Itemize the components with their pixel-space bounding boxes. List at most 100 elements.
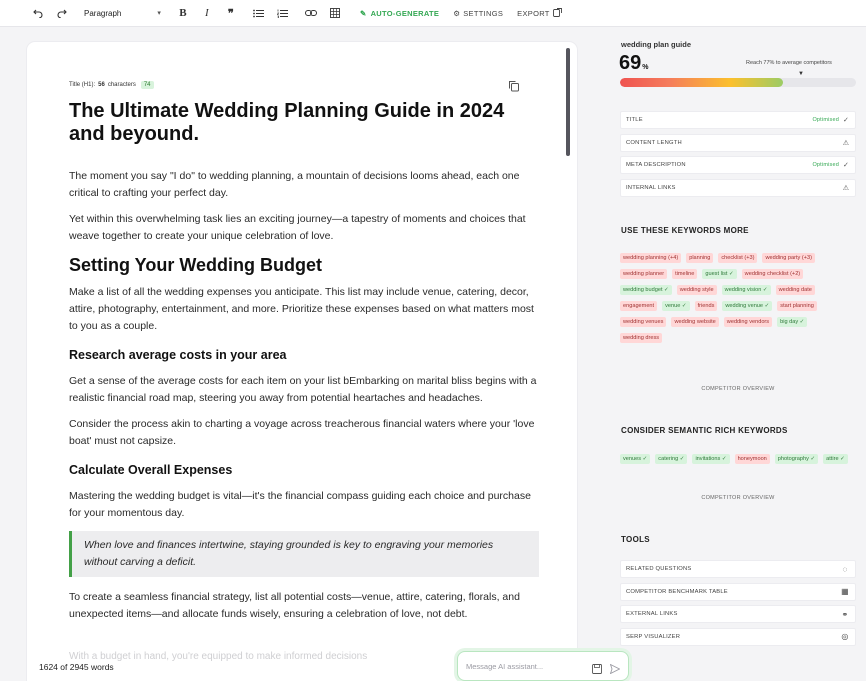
table-icon[interactable]: [327, 4, 343, 22]
check-row[interactable]: INTERNAL LINKS ⚠: [620, 178, 856, 197]
message-placeholder: Message AI assistant...: [466, 661, 544, 671]
keyword-chip[interactable]: catering ✓: [655, 454, 688, 464]
tool-row[interactable]: EXTERNAL LINKS ⚭: [620, 605, 856, 623]
target-marker-icon: ▼: [798, 71, 804, 77]
paragraph-style-label: Paragraph: [84, 8, 122, 18]
keyword-chip[interactable]: wedding vision ✓: [721, 285, 771, 295]
warning-icon: ⚠: [842, 139, 850, 147]
keyword-chip[interactable]: guest list ✓: [702, 269, 737, 279]
undo-icon[interactable]: [30, 4, 46, 22]
keyword-chip[interactable]: planning: [686, 253, 714, 263]
tool-row[interactable]: RELATED QUESTIONS ◌: [620, 560, 856, 578]
tool-row[interactable]: COMPETITOR BENCHMARK TABLE ▦: [620, 582, 856, 601]
bullet-list-icon[interactable]: [251, 4, 267, 22]
title-meta-label: Title (H1):: [69, 82, 96, 88]
tool-row[interactable]: SERP VISUALIZER ◎: [620, 627, 856, 646]
paragraph-style-select[interactable]: Paragraph ▾: [84, 9, 161, 18]
paragraph[interactable]: Yet within this overwhelming task lies a…: [69, 211, 539, 245]
tools-section-title: TOOLS: [621, 535, 650, 544]
keyword-list: wedding planning (+4) planning checklist (…: [620, 253, 854, 343]
title-score-badge: 74: [140, 81, 154, 89]
keyword-chip[interactable]: wedding dress: [620, 333, 663, 343]
keyword-chip[interactable]: wedding vendors: [723, 317, 773, 327]
reach-target-text: Reach 77% to average competitors: [746, 60, 832, 66]
competitor-overview-link[interactable]: COMPETITOR OVERVIEW: [618, 386, 858, 392]
score-unit: %: [642, 64, 649, 71]
keyword-chip[interactable]: attire ✓: [823, 454, 848, 464]
export-button[interactable]: EXPORT: [517, 8, 562, 19]
competitor-overview-link[interactable]: COMPETITOR OVERVIEW: [618, 495, 858, 501]
paragraph[interactable]: The moment you say "I do" to wedding pla…: [69, 168, 539, 202]
keyword-chip[interactable]: wedding venues: [620, 317, 667, 327]
send-icon[interactable]: [609, 661, 621, 675]
editor-scrollbar[interactable]: [566, 48, 570, 156]
keyword-chip[interactable]: start planning: [777, 301, 817, 311]
keyword-chip[interactable]: wedding planner: [620, 269, 668, 279]
keyword-chip[interactable]: wedding party (+3): [762, 253, 815, 263]
keyword-chip[interactable]: photography ✓: [774, 454, 819, 464]
keyword-chip[interactable]: wedding planning (+4): [620, 253, 682, 263]
quote-format-icon[interactable]: ❞: [223, 4, 239, 22]
keyword-chip[interactable]: wedding website: [671, 317, 719, 327]
auto-generate-button[interactable]: ✎ AUTO-GENERATE: [360, 9, 439, 18]
check-row[interactable]: TITLE Optimised ✓: [620, 111, 856, 129]
paragraph[interactable]: Consider the process akin to charting a …: [69, 416, 539, 450]
keyword-chip[interactable]: checklist (+3): [718, 253, 758, 263]
save-icon[interactable]: [592, 661, 602, 674]
paragraph[interactable]: Mastering the wedding budget is vital—it…: [69, 488, 539, 522]
check-icon: ✓: [842, 117, 850, 124]
document-body[interactable]: The Ultimate Wedding Planning Guide in 2…: [69, 100, 539, 632]
keyword-chip[interactable]: timeline: [672, 269, 698, 279]
blockquote[interactable]: When love and finances intertwine, stayi…: [69, 531, 539, 577]
link-icon: ⚭: [841, 609, 849, 619]
settings-button[interactable]: ⚙ SETTINGS: [453, 9, 503, 18]
keyword-chip[interactable]: big day ✓: [777, 317, 808, 327]
keyword-chip[interactable]: honeymoon: [734, 454, 770, 464]
keywords-section-title: USE THESE KEYWORDS MORE: [621, 226, 749, 235]
settings-label: SETTINGS: [463, 9, 504, 18]
quote-text[interactable]: When love and finances intertwine, stayi…: [84, 537, 527, 571]
keyword-chip[interactable]: venues ✓: [620, 454, 651, 464]
italic-icon[interactable]: I: [199, 4, 215, 22]
check-row[interactable]: META DESCRIPTION Optimised ✓: [620, 156, 856, 174]
gear-icon: ⚙: [453, 9, 461, 18]
ai-message-input[interactable]: Message AI assistant...: [457, 651, 629, 681]
score-bar-fill: [620, 78, 783, 87]
heading-research[interactable]: Research average costs in your area: [69, 347, 539, 363]
bold-icon[interactable]: B: [175, 4, 191, 22]
check-row[interactable]: CONTENT LENGTH ⚠: [620, 133, 856, 152]
document-editor[interactable]: Title (H1): 56 characters 74 The Ultimat…: [27, 42, 577, 681]
numbered-list-icon[interactable]: [275, 4, 291, 22]
keyword-chip[interactable]: friends: [694, 301, 718, 311]
paragraph[interactable]: To create a seamless financial strategy,…: [69, 589, 539, 623]
heading-calculate[interactable]: Calculate Overall Expenses: [69, 462, 539, 478]
paragraph[interactable]: Make a list of all the wedding expenses …: [69, 284, 539, 335]
plan-name: wedding plan guide: [621, 40, 691, 49]
chevron-down-icon: ▾: [157, 10, 161, 17]
redo-icon[interactable]: [54, 4, 70, 22]
paragraph[interactable]: Get a sense of the average costs for eac…: [69, 373, 539, 407]
keyword-chip[interactable]: wedding date: [775, 285, 815, 295]
keyword-chip[interactable]: venue ✓: [662, 301, 690, 311]
check-label: META DESCRIPTION: [626, 162, 686, 168]
keyword-chip[interactable]: engagement: [620, 301, 658, 311]
tools-list: RELATED QUESTIONS ◌ COMPETITOR BENCHMARK T…: [620, 560, 856, 650]
document-title[interactable]: The Ultimate Wedding Planning Guide in 2…: [69, 100, 539, 146]
keyword-chip[interactable]: wedding venue ✓: [722, 301, 773, 311]
export-label: EXPORT: [517, 9, 550, 18]
check-status: Optimised: [812, 117, 839, 123]
score-bar: [620, 78, 856, 87]
tool-label: EXTERNAL LINKS: [626, 611, 678, 617]
check-icon: ✓: [842, 162, 850, 169]
link-icon[interactable]: [303, 4, 319, 22]
content-score: 69%: [619, 52, 648, 75]
semantic-section-title: CONSIDER SEMANTIC RICH KEYWORDS: [621, 426, 788, 435]
keyword-chip[interactable]: invitations ✓: [692, 454, 730, 464]
keyword-chip[interactable]: wedding style: [676, 285, 717, 295]
keyword-chip[interactable]: wedding budget ✓: [620, 285, 672, 295]
copy-icon[interactable]: [508, 79, 520, 92]
faded-paragraph: With a budget in hand, you're equipped t…: [69, 651, 368, 662]
check-status: Optimised: [812, 162, 839, 168]
keyword-chip[interactable]: wedding checklist (+2): [741, 269, 804, 279]
heading-budget[interactable]: Setting Your Wedding Budget: [69, 254, 539, 276]
